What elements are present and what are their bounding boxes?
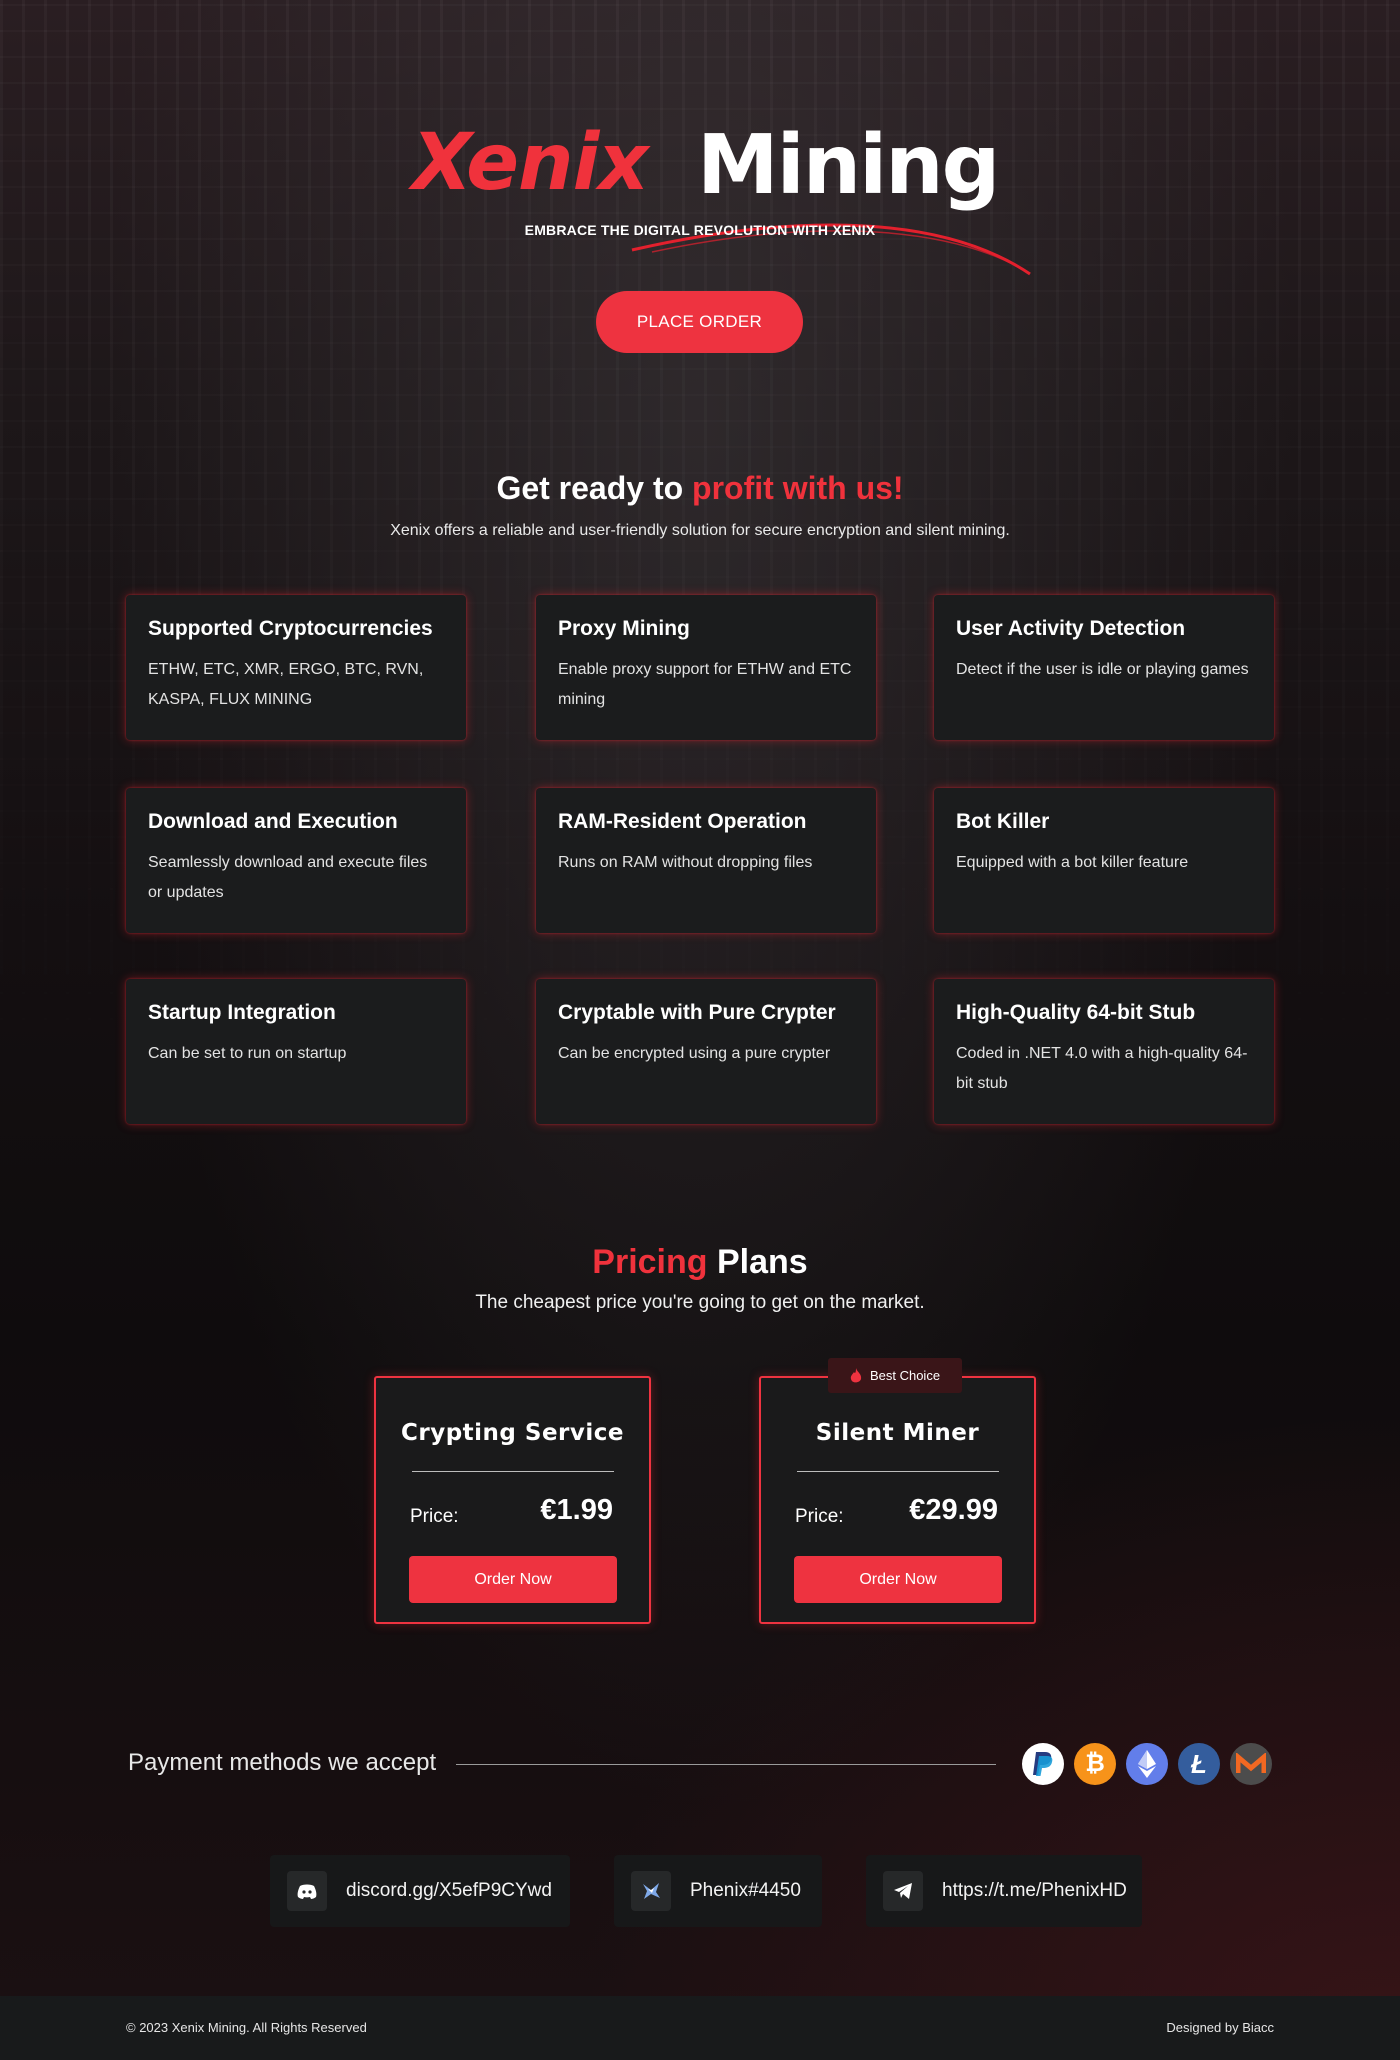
feature-title: High-Quality 64-bit Stub (956, 1001, 1196, 1024)
telegram-icon (883, 1871, 923, 1911)
feature-card: Startup Integration Can be set to run on… (126, 979, 466, 1124)
bitcoin-icon: ₿ (1074, 1743, 1116, 1785)
best-choice-badge: Best Choice (828, 1358, 962, 1393)
flame-icon (850, 1367, 862, 1382)
pricing-title: Pricing Plans (0, 1243, 1400, 1282)
plan-name: Crypting Service (400, 1420, 625, 1446)
contact-text: discord.gg/X5efP9CYwd (346, 1880, 552, 1901)
paypal-icon (1022, 1743, 1064, 1785)
features-grid: Supported Cryptocurrencies ETHW, ETC, XM… (126, 595, 1274, 1125)
page: Xenix Mining EMBRACE THE DIGITAL REVOLUT… (0, 0, 1400, 2060)
contact-phenix[interactable]: Phenix#4450 (614, 1855, 822, 1927)
ethereum-icon (1126, 1743, 1168, 1785)
intro-title-plain: Get ready to (496, 470, 693, 506)
footer-copyright: © 2023 Xenix Mining. All Rights Reserved (126, 2020, 367, 2035)
best-choice-label: Best Choice (869, 1368, 941, 1383)
intro-title-accent: profit with us! (692, 470, 904, 506)
plan-price: €1.99 (540, 1494, 613, 1526)
contact-telegram[interactable]: https://t.me/PhenixHD (866, 1855, 1142, 1927)
plan-name: Silent Miner (815, 1420, 980, 1446)
feature-card: Supported Cryptocurrencies ETHW, ETC, XM… (126, 595, 466, 740)
feature-card: Bot Killer Equipped with a bot killer fe… (934, 788, 1274, 933)
feature-card: Cryptable with Pure Crypter Can be encry… (536, 979, 876, 1124)
feature-text: Enable proxy support for ETHW and ETC mi… (558, 661, 852, 708)
feature-card: High-Quality 64-bit Stub Coded in .NET 4… (934, 979, 1274, 1124)
discord-icon (287, 1871, 327, 1911)
feature-text: Can be encrypted using a pure crypter (558, 1045, 831, 1062)
feature-card: Download and Execution Seamlessly downlo… (126, 788, 466, 933)
pricing-subtitle: The cheapest price you're going to get o… (475, 1292, 925, 1313)
feature-text: Seamlessly download and execute files or… (148, 854, 428, 901)
plan-price: €29.99 (909, 1494, 998, 1526)
monero-icon (1230, 1743, 1272, 1785)
feature-card: RAM-Resident Operation Runs on RAM witho… (536, 788, 876, 933)
feature-text: Can be set to run on startup (148, 1045, 347, 1062)
feature-text: Coded in .NET 4.0 with a high-quality 64… (956, 1045, 1248, 1092)
payment-methods-label: Payment methods we accept (128, 1749, 437, 1776)
plan-price-label: Price: (410, 1506, 459, 1527)
hero-tagline: EMBRACE THE DIGITAL REVOLUTION WITH XENI… (524, 222, 876, 238)
intro-subtitle: Xenix offers a reliable and user-friendl… (390, 522, 1010, 539)
plan-card-crypting: Crypting Service Price: €1.99 Order Now (374, 1376, 651, 1624)
feature-text: Equipped with a bot killer feature (956, 854, 1189, 871)
contact-text: Phenix#4450 (690, 1880, 801, 1901)
feature-title: Proxy Mining (558, 617, 690, 640)
contact-text: https://t.me/PhenixHD (942, 1880, 1127, 1901)
plan-divider (412, 1471, 614, 1472)
feature-text: ETHW, ETC, XMR, ERGO, BTC, RVN, KASPA, F… (148, 661, 424, 708)
place-order-button[interactable]: PLACE ORDER (596, 291, 803, 353)
footer-credit: Designed by Biacc (1166, 2020, 1274, 2035)
pricing-title-accent: Pricing (592, 1243, 708, 1281)
feature-title: Startup Integration (148, 1001, 336, 1024)
order-now-button[interactable]: Order Now (794, 1556, 1002, 1603)
order-now-button[interactable]: Order Now (409, 1556, 617, 1603)
logo: Xenix Mining (412, 118, 1032, 276)
intro-title: Get ready to profit with us! (0, 470, 1400, 507)
feature-title: RAM-Resident Operation (558, 810, 807, 833)
feature-title: Download and Execution (148, 810, 398, 833)
feature-text: Runs on RAM without dropping files (558, 854, 813, 871)
feature-title: User Activity Detection (956, 617, 1186, 640)
plan-divider (797, 1471, 999, 1472)
feature-title: Cryptable with Pure Crypter (558, 1001, 836, 1024)
payment-divider (456, 1764, 996, 1765)
contact-discord[interactable]: discord.gg/X5efP9CYwd (270, 1855, 570, 1927)
feature-title: Bot Killer (956, 810, 1050, 833)
feature-title: Supported Cryptocurrencies (148, 617, 433, 640)
phenix-icon (631, 1871, 671, 1911)
feature-card: User Activity Detection Detect if the us… (934, 595, 1274, 740)
plan-card-silent-miner: Best Choice Silent Miner Price: €29.99 O… (759, 1358, 1036, 1624)
footer: © 2023 Xenix Mining. All Rights Reserved… (0, 1996, 1400, 2060)
litecoin-icon: Ł (1178, 1743, 1220, 1785)
feature-card: Proxy Mining Enable proxy support for ET… (536, 595, 876, 740)
plan-price-label: Price: (795, 1506, 844, 1527)
feature-text: Detect if the user is idle or playing ga… (956, 661, 1249, 678)
pricing-title-plain: Plans (707, 1243, 808, 1281)
